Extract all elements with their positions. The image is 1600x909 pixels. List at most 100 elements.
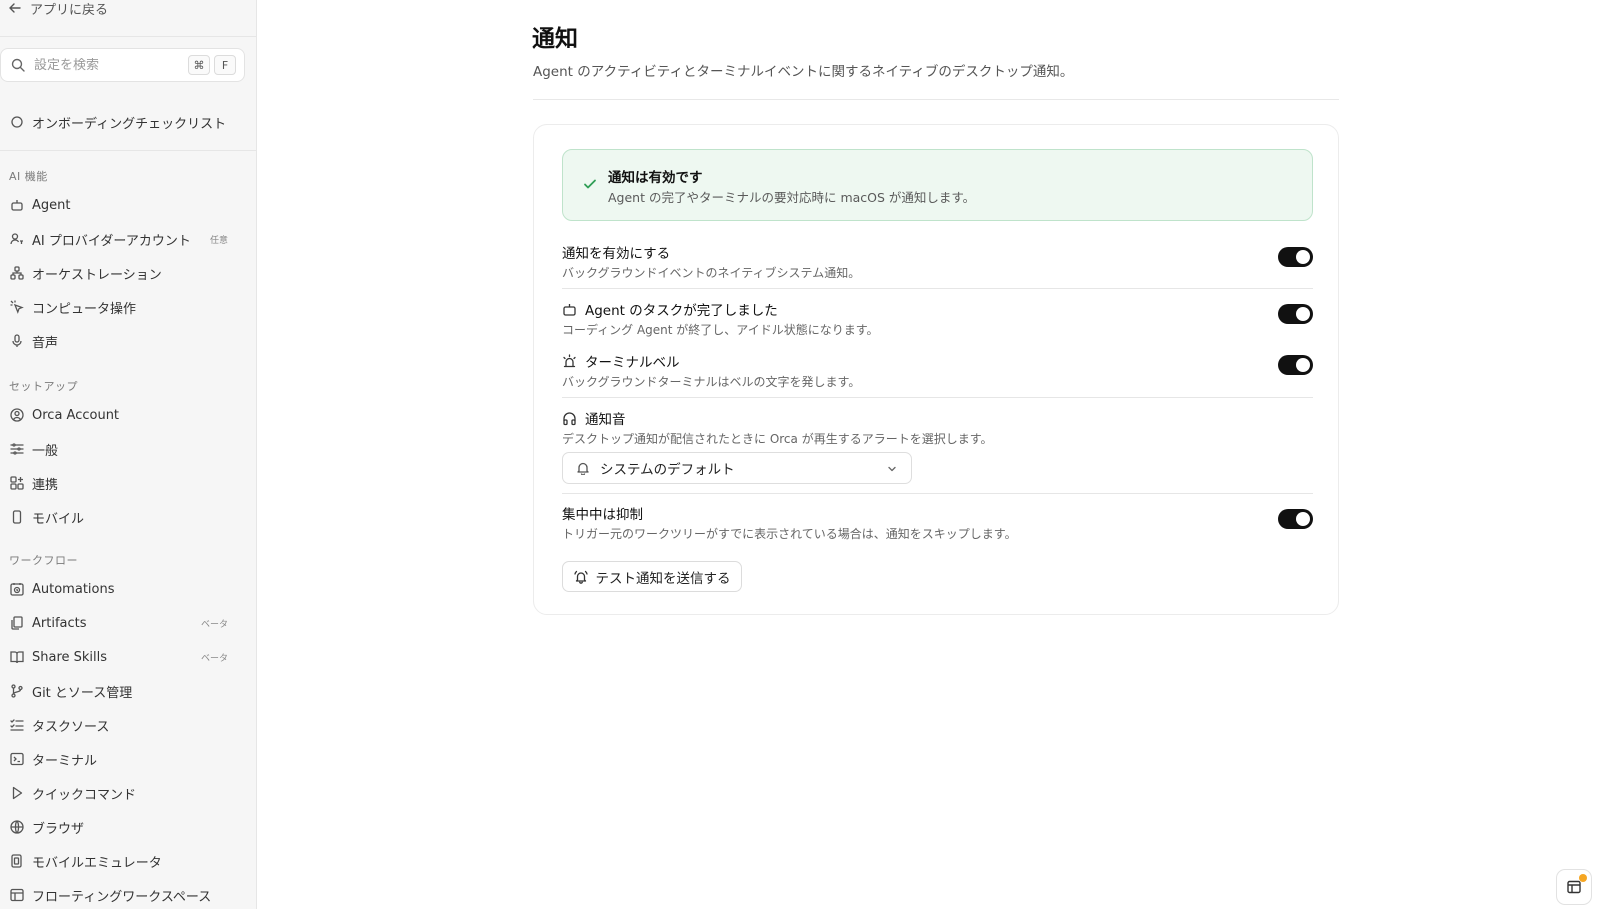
sidebar-item-label: Share Skills	[32, 649, 108, 665]
sidebar-item-integrations[interactable]: 連携	[10, 471, 240, 495]
window-icon	[10, 888, 24, 902]
header-divider	[533, 99, 1339, 100]
send-test-notification-button[interactable]: テスト通知を送信する	[562, 561, 742, 592]
sidebar-item-label: 音声	[32, 335, 59, 351]
terminal-bell-toggle[interactable]	[1278, 355, 1313, 375]
sidebar-item-orchestration[interactable]: オーケストレーション	[10, 261, 240, 285]
setting-title: 集中中は抑制	[562, 507, 643, 523]
circle-icon	[11, 116, 23, 128]
sidebar-item-ai-provider[interactable]: AI プロバイダーアカウント 任意	[10, 227, 240, 251]
row-divider	[562, 493, 1313, 494]
headphones-icon	[563, 411, 576, 425]
list-check-icon	[10, 719, 24, 731]
siren-icon	[563, 353, 576, 367]
shortcut-cmd-key: ⌘	[188, 55, 210, 75]
clock-icon	[10, 583, 24, 596]
sidebar-item-browser[interactable]: ブラウザ	[10, 815, 240, 839]
toggle-knob	[1296, 250, 1310, 264]
agent-task-complete-toggle[interactable]	[1278, 304, 1313, 324]
setting-title-row: Agent のタスクが完了しました	[562, 299, 1313, 319]
setting-notification-sound: 通知音 デスクトップ通知が配信されたときに Orca が再生するアラートを選択し…	[562, 408, 1313, 447]
optional-badge: 任意	[209, 235, 228, 246]
sidebar-item-artifacts[interactable]: Artifacts ベータ	[10, 611, 240, 635]
selected-sound: システムのデフォルト	[600, 462, 735, 478]
panel-toggle-button[interactable]	[1556, 869, 1592, 905]
setting-suppress-focus: 集中中は抑制 トリガー元のワークツリーがすでに表示されている場合は、通知をスキッ…	[562, 503, 1313, 542]
row-divider	[562, 397, 1313, 398]
sidebar-item-label: クイックコマンド	[32, 787, 137, 803]
notification-dot	[1579, 874, 1587, 882]
sidebar-item-task-sources[interactable]: タスクソース	[10, 713, 240, 737]
sidebar-item-mobile-emulator[interactable]: モバイルエミュレータ	[10, 849, 240, 873]
setting-title: ターミナルベル	[585, 355, 680, 371]
terminal-icon	[10, 752, 24, 766]
settings-sidebar: アプリに戻る ⌘ F オンボーディングチェックリスト AI 機能 Agent A…	[0, 0, 257, 909]
beta-badge: ベータ	[200, 619, 228, 630]
sidebar-item-label: オンボーディングチェックリスト	[32, 116, 227, 132]
settings-search[interactable]: ⌘ F	[0, 48, 245, 82]
section-label-workflow: ワークフロー	[9, 554, 78, 567]
back-to-app-link[interactable]: アプリに戻る	[8, 0, 108, 18]
sidebar-item-automations[interactable]: Automations	[10, 577, 240, 601]
robot-icon	[11, 200, 23, 211]
sidebar-item-quick-commands[interactable]: クイックコマンド	[10, 781, 240, 805]
row-divider	[562, 288, 1313, 289]
sidebar-item-floating-workspace[interactable]: フローティングワークスペース	[10, 883, 240, 907]
suppress-focus-toggle[interactable]	[1278, 509, 1313, 529]
puzzle-icon	[10, 476, 24, 490]
sidebar-item-onboarding[interactable]: オンボーディングチェックリスト	[10, 110, 240, 134]
sidebar-item-share-skills[interactable]: Share Skills ベータ	[10, 645, 240, 669]
sidebar-item-label: ターミナル	[32, 753, 98, 769]
sidebar-item-label: モバイルエミュレータ	[32, 855, 162, 871]
setting-enable-notifications: 通知を有効にする バックグラウンドイベントのネイティブシステム通知。	[562, 242, 1313, 281]
setting-description: トリガー元のワークツリーがすでに表示されている場合は、通知をスキップします。	[562, 527, 1017, 541]
notification-sound-select[interactable]: システムのデフォルト	[562, 452, 912, 484]
sidebar-item-label: ブラウザ	[32, 821, 85, 837]
sidebar-divider	[0, 36, 256, 37]
toggle-knob	[1296, 307, 1310, 321]
sidebar-item-label: オーケストレーション	[32, 267, 162, 283]
sidebar-item-label: AI プロバイダーアカウント	[32, 233, 191, 249]
globe-icon	[10, 820, 24, 834]
sidebar-item-label: Git とソース管理	[32, 685, 133, 701]
setting-description: バックグラウンドターミナルはベルの文字を発します。	[562, 375, 861, 389]
sidebar-item-terminal[interactable]: ターミナル	[10, 747, 240, 771]
sidebar-item-voice[interactable]: 音声	[10, 329, 240, 353]
search-input[interactable]	[34, 57, 174, 73]
shortcut-f-key: F	[214, 55, 236, 75]
phone-icon	[12, 510, 22, 524]
sliders-icon	[10, 443, 24, 455]
sidebar-item-label: Artifacts	[32, 615, 87, 631]
section-label-setup: セットアップ	[9, 380, 78, 393]
sidebar-item-computer-use[interactable]: コンピュータ操作	[10, 295, 240, 319]
bell-ring-icon	[573, 570, 588, 584]
panel-icon	[1567, 880, 1581, 894]
toggle-knob	[1296, 358, 1310, 372]
sidebar-item-label: Automations	[32, 581, 115, 597]
sidebar-item-general[interactable]: 一般	[10, 437, 240, 461]
setting-title-row: ターミナルベル	[562, 351, 1313, 371]
setting-terminal-bell: ターミナルベル バックグラウンドターミナルはベルの文字を発します。	[562, 351, 1313, 390]
sidebar-item-orca-account[interactable]: Orca Account	[10, 403, 240, 427]
pointer-icon	[10, 300, 24, 314]
sidebar-item-mobile[interactable]: モバイル	[10, 505, 240, 529]
setting-description: コーディング Agent が終了し、アイドル状態になります。	[562, 323, 879, 337]
sidebar-item-label: Agent	[32, 197, 71, 213]
sidebar-item-label: 一般	[32, 443, 59, 459]
arrow-left-icon	[9, 3, 21, 13]
setting-title: Agent のタスクが完了しました	[585, 303, 778, 319]
files-icon	[11, 616, 23, 630]
setting-description: デスクトップ通知が配信されたときに Orca が再生するアラートを選択します。	[562, 432, 993, 446]
workflow-icon	[10, 266, 24, 280]
sidebar-item-git[interactable]: Git とソース管理	[10, 679, 240, 703]
robot-icon	[563, 303, 576, 316]
banner-description: Agent の完了やターミナルの要対応時に macOS が通知します。	[608, 190, 976, 205]
sidebar-item-label: フローティングワークスペース	[32, 889, 212, 905]
setting-title-row: 通知音	[562, 408, 1313, 428]
enable-notifications-toggle[interactable]	[1278, 247, 1313, 267]
status-banner: 通知は有効です Agent の完了やターミナルの要対応時に macOS が通知し…	[562, 149, 1313, 221]
sidebar-item-agent[interactable]: Agent	[10, 193, 240, 217]
mic-icon	[12, 334, 22, 347]
user-key-icon	[10, 233, 23, 245]
banner-title: 通知は有効です	[608, 170, 703, 186]
